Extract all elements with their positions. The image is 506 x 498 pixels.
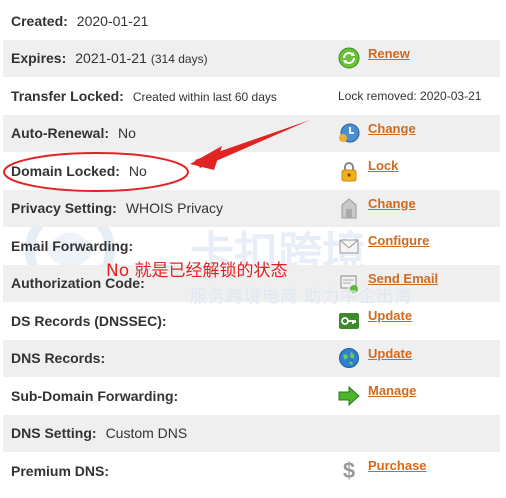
domain-lock-link[interactable]: Lock — [368, 158, 398, 173]
label-dns-setting: DNS Setting: — [11, 425, 97, 442]
dns-records-update-link[interactable]: Update — [368, 346, 412, 361]
arrow-right-icon[interactable] — [338, 385, 360, 407]
row-premium-dns: Premium DNS: $ Purchase — [3, 452, 500, 490]
row-dns-records: DNS Records: Update — [3, 339, 500, 377]
label-privacy-setting: Privacy Setting: — [11, 200, 117, 217]
value-auto-renewal: No — [118, 125, 136, 142]
watermark-caption: 服务跨境电商 助力中企出海 — [190, 287, 413, 307]
label-created: Created: — [11, 12, 68, 29]
value-expires: 2021-01-21 — [75, 50, 147, 67]
row-expires: Expires: 2021-01-21 (314 days) Renew — [3, 39, 500, 77]
row-created: Created: 2020-01-21 — [3, 2, 500, 40]
row-domain-locked: Domain Locked: No Lock — [3, 152, 500, 190]
renew-link[interactable]: Renew — [368, 46, 410, 61]
value-dns-setting: Custom DNS — [105, 425, 188, 442]
privacy-change-link[interactable]: Change — [368, 196, 416, 211]
value-domain-locked: No — [128, 162, 147, 179]
lock-removed-date: Lock removed: 2020-03-21 — [338, 88, 482, 103]
premium-dns-purchase-link[interactable]: Purchase — [368, 458, 427, 473]
label-subdomain-forwarding: Sub-Domain Forwarding: — [11, 387, 179, 404]
label-expires: Expires: — [11, 50, 67, 67]
label-premium-dns: Premium DNS: — [11, 462, 110, 479]
lock-icon[interactable] — [338, 160, 360, 182]
value-created: 2020-01-21 — [76, 12, 149, 29]
subdomain-manage-link[interactable]: Manage — [368, 383, 416, 398]
value-transfer-locked: Created within last 60 days — [132, 89, 277, 104]
ds-records-update-link[interactable]: Update — [368, 308, 412, 323]
renew-icon[interactable] — [338, 47, 360, 69]
envelope-icon[interactable] — [338, 235, 360, 257]
clock-icon[interactable] — [338, 122, 360, 144]
dollar-icon[interactable]: $ — [338, 459, 360, 482]
row-transfer-locked: Transfer Locked: Created within last 60 … — [3, 77, 500, 115]
key-icon[interactable] — [338, 310, 360, 332]
row-ds-records: DS Records (DNSSEC): Update — [3, 302, 500, 340]
label-dns-records: DNS Records: — [11, 350, 106, 367]
expires-days-note: (314 days) — [150, 52, 208, 67]
row-privacy-setting: Privacy Setting: WHOIS Privacy Change — [3, 189, 500, 227]
row-dns-setting: DNS Setting: Custom DNS — [3, 414, 500, 452]
globe-icon[interactable] — [338, 347, 360, 369]
email-forwarding-configure-link[interactable]: Configure — [368, 233, 429, 248]
label-domain-locked: Domain Locked: — [11, 162, 120, 179]
label-transfer-locked: Transfer Locked: — [11, 87, 124, 104]
label-email-forwarding: Email Forwarding: — [11, 237, 134, 254]
annotation-text: No 就是已经解锁的状态 — [106, 261, 288, 281]
row-subdomain-forwarding: Sub-Domain Forwarding: Manage — [3, 377, 500, 415]
privacy-icon[interactable] — [338, 197, 360, 219]
label-auto-renewal: Auto-Renewal: — [11, 125, 109, 142]
label-ds-records: DS Records (DNSSEC): — [11, 312, 167, 329]
auto-renewal-change-link[interactable]: Change — [368, 121, 416, 136]
row-auto-renewal: Auto-Renewal: No Change — [3, 114, 500, 152]
value-privacy-setting: WHOIS Privacy — [125, 200, 224, 217]
